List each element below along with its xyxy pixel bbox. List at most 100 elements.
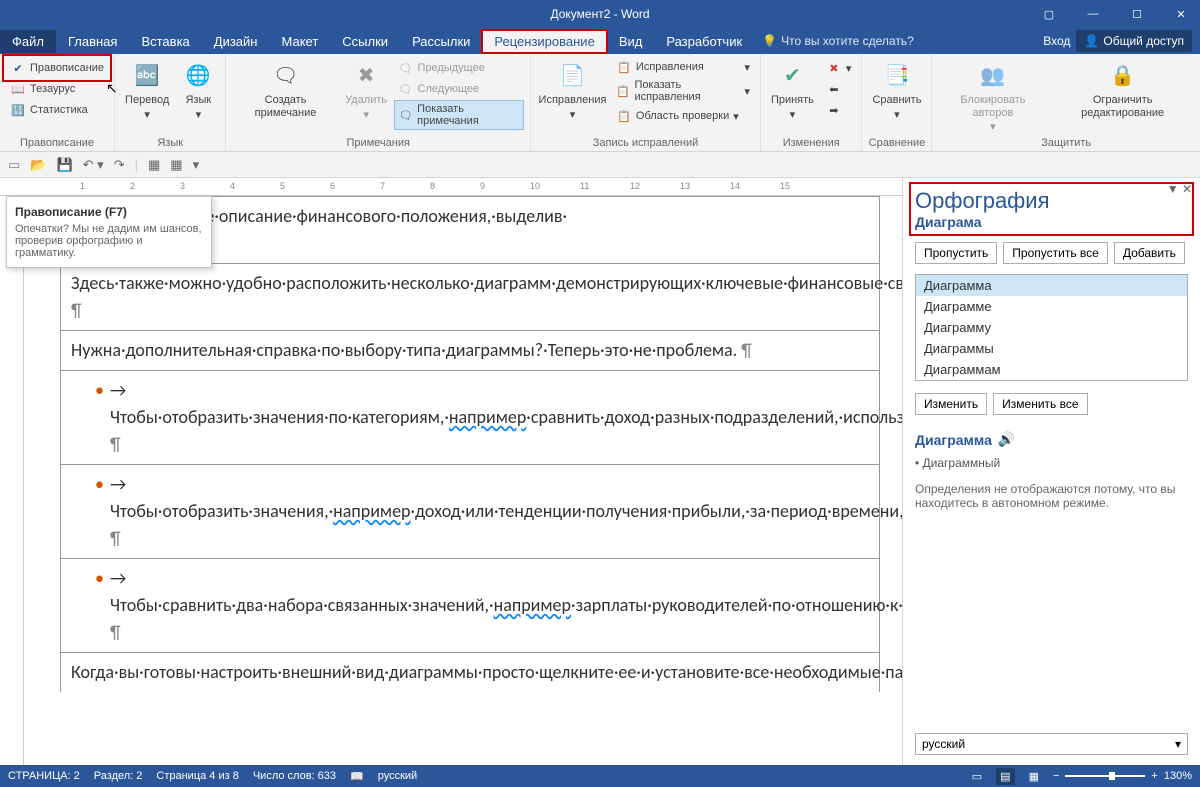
delete-comment-button[interactable]: ✖Удалить▾ (343, 58, 390, 123)
tab-layout[interactable]: Макет (269, 30, 330, 53)
suggestion-item[interactable]: Диаграммам (916, 359, 1187, 380)
paragraph[interactable]: → Чтобы·сравнить·два·набора·связанных·зн… (60, 559, 880, 653)
save-icon[interactable]: 💾 (56, 157, 72, 173)
word-count-button[interactable]: 🔢Статистика (6, 100, 108, 120)
display-dropdown[interactable]: 📋Исправления▾ (612, 58, 754, 76)
document-page[interactable]: м·разделе·краткое·описание·финансового·п… (60, 196, 880, 765)
paragraph[interactable]: Нужна·дополнительная·справка·по·выбору·т… (60, 331, 880, 371)
status-page[interactable]: СТРАНИЦА: 2 (8, 770, 80, 782)
redo-icon[interactable]: ↷ (114, 157, 125, 173)
undo-icon[interactable]: ↶ ▾ (83, 157, 104, 173)
minimize-button[interactable]: — (1078, 0, 1108, 28)
paragraph[interactable]: Здесь·также·можно·удобно·расположить·нес… (60, 264, 880, 331)
new-comment-button[interactable]: 🗨Создать примечание (232, 58, 338, 121)
open-icon[interactable]: 📂 (30, 157, 46, 173)
tab-insert[interactable]: Вставка (129, 30, 201, 53)
prev-change-button[interactable]: ⬅ (822, 79, 856, 99)
horizontal-ruler[interactable]: 1 2 3 4 5 6 7 8 9 10 11 12 13 14 15 (0, 178, 902, 196)
comment-plus-icon: 🗨 (270, 60, 302, 92)
vertical-ruler[interactable] (0, 196, 24, 765)
block-authors-button[interactable]: 👥Блокировать авторов▾ (938, 58, 1047, 136)
pane-menu-icon[interactable]: ▼ ✕ (1167, 182, 1192, 196)
tab-review[interactable]: Рецензирование (482, 30, 606, 53)
ribbon-options-icon[interactable]: ▢ (1034, 0, 1064, 28)
cursor-icon: ↖ (106, 80, 118, 97)
group-label: Защитить (938, 136, 1194, 150)
close-button[interactable]: ✕ (1166, 0, 1196, 28)
reject-icon: ✖ (826, 60, 842, 76)
restrict-edit-button[interactable]: 🔒Ограничить редактирование (1051, 58, 1194, 121)
view-readmode-icon[interactable]: ▭ (972, 770, 982, 783)
translate-button[interactable]: 🔤Перевод▾ (121, 58, 173, 123)
suggestion-item[interactable]: Диаграмме (916, 296, 1187, 317)
book-icon: 📖 (10, 81, 26, 97)
qat-extra2-icon[interactable]: ▦ (170, 157, 182, 173)
zoom-in-icon[interactable]: + (1151, 770, 1157, 782)
show-comments-button[interactable]: 🗨Показать примечания (394, 100, 525, 130)
comments-icon: 🗨 (399, 107, 414, 123)
tab-file[interactable]: Файл (0, 30, 56, 53)
zoom-out-icon[interactable]: − (1053, 770, 1059, 782)
reject-button[interactable]: ✖▾ (822, 58, 856, 78)
qat-dropdown-icon[interactable]: ▾ (193, 157, 200, 173)
zoom-slider[interactable] (1065, 775, 1145, 777)
pane-icon: 📋 (616, 108, 632, 124)
qat-extra-icon[interactable]: ▦ (148, 157, 160, 173)
language-button[interactable]: 🌐Язык▾ (177, 58, 219, 123)
status-section[interactable]: Раздел: 2 (94, 770, 143, 782)
share-button[interactable]: 👤Общий доступ (1076, 30, 1192, 52)
suggestion-list[interactable]: Диаграмма Диаграмме Диаграмму Диаграммы … (915, 274, 1188, 381)
zoom-control[interactable]: − + 130% (1053, 770, 1192, 782)
speaker-icon[interactable]: 🔊 (998, 431, 1015, 448)
tab-references[interactable]: Ссылки (330, 30, 400, 53)
group-comments: 🗨Создать примечание ✖Удалить▾ 🗨Предыдуще… (226, 54, 531, 151)
spelling-button[interactable]: ✔Правописание (6, 58, 108, 78)
next-comment-button[interactable]: 🗨Следующее (394, 79, 525, 99)
tab-developer[interactable]: Разработчик (654, 30, 754, 53)
thesaurus-button[interactable]: 📖Тезаурус (6, 79, 108, 99)
status-words[interactable]: Число слов: 633 (253, 770, 336, 782)
tooltip-title: Правописание (F7) (15, 205, 203, 219)
tab-home[interactable]: Главная (56, 30, 129, 53)
suggestion-item[interactable]: Диаграмма (916, 275, 1187, 296)
tab-design[interactable]: Дизайн (202, 30, 270, 53)
chevron-down-icon: ▾ (1175, 737, 1181, 751)
status-lang[interactable]: русский (378, 770, 417, 782)
paragraph[interactable]: Когда·вы·готовы·настроить·внешний·вид·ди… (60, 653, 880, 692)
view-print-icon[interactable]: ▤ (996, 768, 1014, 785)
suggestion-item[interactable]: Диаграмму (916, 317, 1187, 338)
group-language: 🔤Перевод▾ 🌐Язык▾ Язык (115, 54, 226, 151)
new-icon[interactable]: ▭ (8, 157, 20, 173)
compare-button[interactable]: 📑Сравнить▾ (868, 58, 925, 123)
zoom-value[interactable]: 130% (1164, 770, 1192, 782)
show-markup-button[interactable]: 📋Показать исправления ▾ (612, 77, 754, 105)
prev-comment-button[interactable]: 🗨Предыдущее (394, 58, 525, 78)
change-all-button[interactable]: Изменить все (993, 393, 1087, 415)
change-button[interactable]: Изменить (915, 393, 987, 415)
add-button[interactable]: Добавить (1114, 242, 1185, 264)
proofing-icon[interactable]: 📖 (350, 770, 364, 783)
review-pane-button[interactable]: 📋Область проверки ▾ (612, 106, 754, 126)
view-web-icon[interactable]: ▦ (1029, 770, 1039, 783)
group-proofing: ✔Правописание 📖Тезаурус 🔢Статистика Прав… (0, 54, 115, 151)
prev-change-icon: ⬅ (826, 81, 842, 97)
next-change-button[interactable]: ➡ (822, 100, 856, 120)
tab-mailings[interactable]: Рассылки (400, 30, 482, 53)
maximize-button[interactable]: ☐ (1122, 0, 1152, 28)
markup-icon: 📋 (616, 83, 631, 99)
paragraph[interactable]: → Чтобы·отобразить·значения,·например·до… (60, 465, 880, 559)
group-compare: 📑Сравнить▾ Сравнение (862, 54, 932, 151)
suggestion-item[interactable]: Диаграммы (916, 338, 1187, 359)
tell-me-search[interactable]: 💡Что вы хотите сделать? (762, 34, 914, 48)
accept-button[interactable]: ✔Принять▾ (767, 58, 818, 123)
group-label: Правописание (6, 136, 108, 150)
ignore-button[interactable]: Пропустить (915, 242, 997, 264)
track-changes-button[interactable]: 📄Исправления▾ (537, 58, 608, 123)
sign-in-link[interactable]: Вход (1043, 34, 1070, 48)
language-dropdown[interactable]: русский▾ (915, 733, 1188, 755)
ignore-all-button[interactable]: Пропустить все (1003, 242, 1108, 264)
tab-view[interactable]: Вид (607, 30, 655, 53)
stats-icon: 🔢 (10, 102, 26, 118)
paragraph[interactable]: → Чтобы·отобразить·значения·по·категория… (60, 371, 880, 465)
status-page-of[interactable]: Страница 4 из 8 (156, 770, 238, 782)
